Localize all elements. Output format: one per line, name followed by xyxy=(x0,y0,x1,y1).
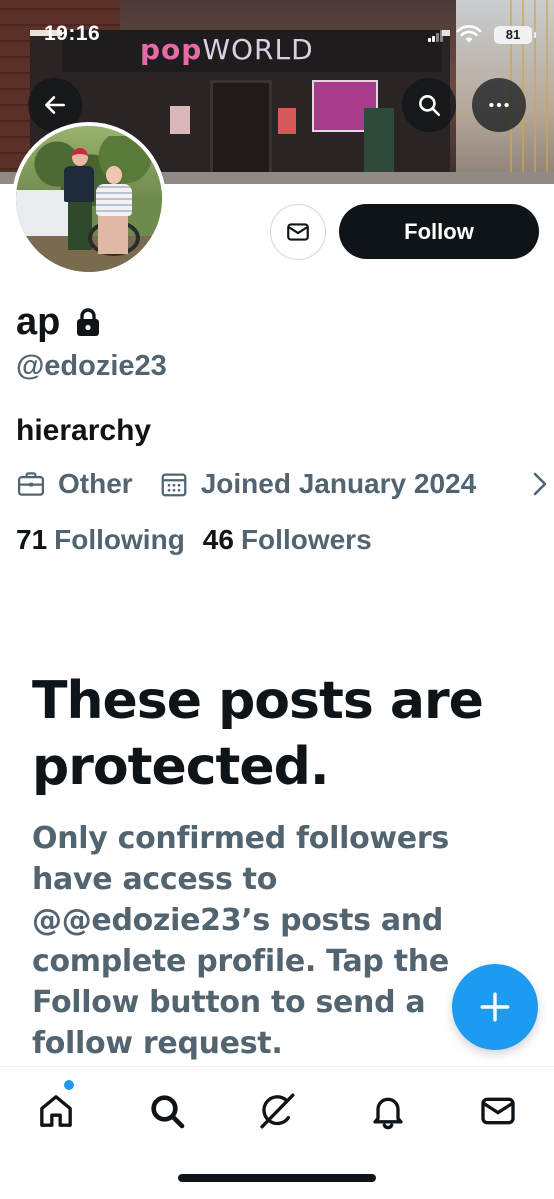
profile-meta: Other Joined January 2024 xyxy=(16,466,476,502)
lock-icon xyxy=(77,308,100,336)
nav-messages[interactable] xyxy=(472,1085,524,1137)
followers-label: Followers xyxy=(240,524,372,555)
profile-category: Other xyxy=(16,468,133,500)
nav-notifications[interactable] xyxy=(362,1085,414,1137)
profile-handle: @edozie23 xyxy=(16,350,167,382)
compose-button[interactable] xyxy=(452,964,538,1050)
followers-count: 46 xyxy=(202,524,234,555)
nav-search[interactable] xyxy=(141,1085,193,1137)
protected-description: Only confirmed followers have access to … xyxy=(32,821,449,1061)
following-count: 71 xyxy=(16,524,48,555)
banner-window xyxy=(278,108,296,134)
nav-grok[interactable] xyxy=(251,1085,303,1137)
avatar[interactable] xyxy=(12,122,166,276)
wifi-icon xyxy=(456,25,482,43)
more-options-button[interactable] xyxy=(472,78,526,132)
search-icon xyxy=(419,95,441,117)
status-time: 19:16 xyxy=(44,22,101,45)
protected-title: These posts are protected. xyxy=(32,671,484,797)
following-link[interactable]: 71 Following xyxy=(16,524,185,556)
cellular-signal-icon xyxy=(428,30,444,42)
unread-indicator xyxy=(64,1080,74,1090)
grok-icon xyxy=(260,1093,295,1129)
envelope-icon xyxy=(287,223,309,241)
banner-door xyxy=(210,80,272,184)
home-icon xyxy=(40,1095,72,1127)
battery-indicator: 81 xyxy=(494,26,536,44)
category-label: Other xyxy=(58,468,133,499)
joined-label: Joined January 2024 xyxy=(200,468,477,499)
back-arrow-icon xyxy=(45,96,65,114)
display-name: ap xyxy=(16,301,61,343)
message-button[interactable] xyxy=(270,204,326,260)
profile-name-row: ap xyxy=(16,300,102,344)
notifications-icon xyxy=(373,1097,403,1130)
more-icon xyxy=(489,102,509,108)
chevron-right-icon[interactable] xyxy=(530,470,550,498)
plus-icon xyxy=(480,992,510,1022)
calendar-icon xyxy=(161,473,187,497)
profile-joined-date: Joined January 2024 xyxy=(159,468,476,500)
banner-board xyxy=(364,108,394,176)
nav-home[interactable] xyxy=(30,1085,82,1137)
home-indicator[interactable] xyxy=(178,1174,376,1182)
messages-icon xyxy=(481,1097,515,1125)
status-bar: 19:16 81 xyxy=(0,0,554,70)
follow-button[interactable]: Follow xyxy=(339,204,539,259)
profile-bio: hierarchy xyxy=(16,414,152,447)
search-button[interactable] xyxy=(402,78,456,132)
follow-stats: 71 Following 46 Followers xyxy=(16,524,372,556)
briefcase-icon xyxy=(18,472,44,496)
banner-window xyxy=(170,106,190,134)
followers-link[interactable]: 46 Followers xyxy=(203,524,372,556)
following-label: Following xyxy=(54,524,185,555)
search-icon xyxy=(151,1095,185,1129)
